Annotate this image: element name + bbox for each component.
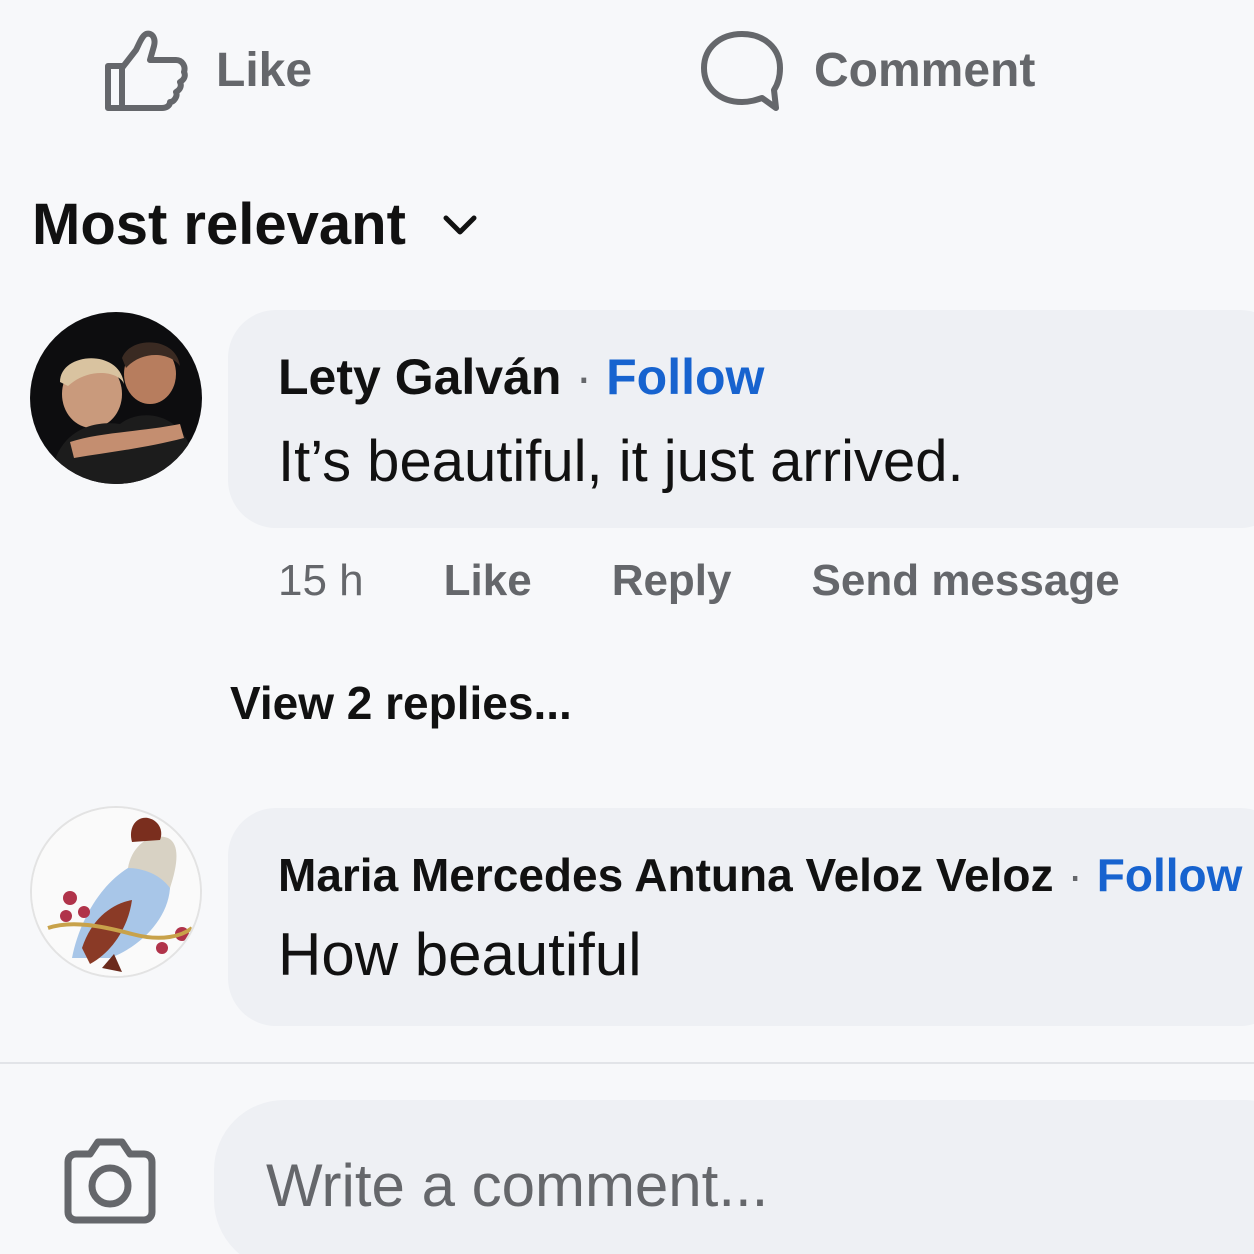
like-post-button[interactable]: Like	[100, 28, 312, 112]
view-replies-link[interactable]: View 2 replies...	[230, 676, 572, 730]
comment-input[interactable]	[214, 1100, 1254, 1254]
post-action-bar: Like Comment	[0, 0, 1254, 140]
follow-button[interactable]: Follow	[606, 348, 764, 406]
comment-author[interactable]: Maria Mercedes Antuna Veloz Veloz	[278, 848, 1053, 902]
separator-dot: ·	[1067, 849, 1083, 901]
comment-header: Lety Galván · Follow	[278, 348, 764, 406]
like-post-label: Like	[216, 43, 313, 97]
avatar[interactable]	[30, 312, 202, 484]
avatar-photo	[30, 312, 202, 484]
thumbs-up-icon	[105, 30, 188, 111]
comment-author[interactable]: Lety Galván	[278, 348, 561, 406]
comment-bubble	[228, 310, 1254, 528]
bird-illustration	[32, 808, 200, 976]
comment-post-label: Comment	[814, 43, 1036, 97]
chevron-down-icon	[443, 215, 477, 235]
divider	[0, 1062, 1254, 1064]
comment-actions: 15 h Like Reply Send message	[278, 556, 1200, 606]
comment-timestamp: 15 h	[278, 556, 364, 605]
comment-like-button[interactable]: Like	[444, 556, 532, 606]
comment-text: How beautiful	[278, 921, 642, 988]
follow-button[interactable]: Follow	[1097, 848, 1243, 902]
comment-post-button[interactable]: Comment	[698, 28, 1035, 112]
comment-reply-button[interactable]: Reply	[612, 556, 732, 606]
comment-text: It’s beautiful, it just arrived.	[278, 429, 964, 494]
sort-label: Most relevant	[32, 191, 406, 257]
camera-icon[interactable]	[60, 1138, 160, 1224]
comment-bubble	[228, 808, 1254, 1026]
sort-selector[interactable]: Most relevant	[32, 184, 480, 264]
comment-bubble-icon	[701, 31, 783, 111]
separator-dot: ·	[575, 349, 593, 405]
comments-panel: Like Comment Most relevant Lety Galván ·…	[0, 0, 1254, 1254]
comment-header: Maria Mercedes Antuna Veloz Veloz · Foll…	[278, 848, 1242, 902]
avatar[interactable]	[30, 806, 202, 978]
send-message-button[interactable]: Send message	[812, 556, 1120, 606]
